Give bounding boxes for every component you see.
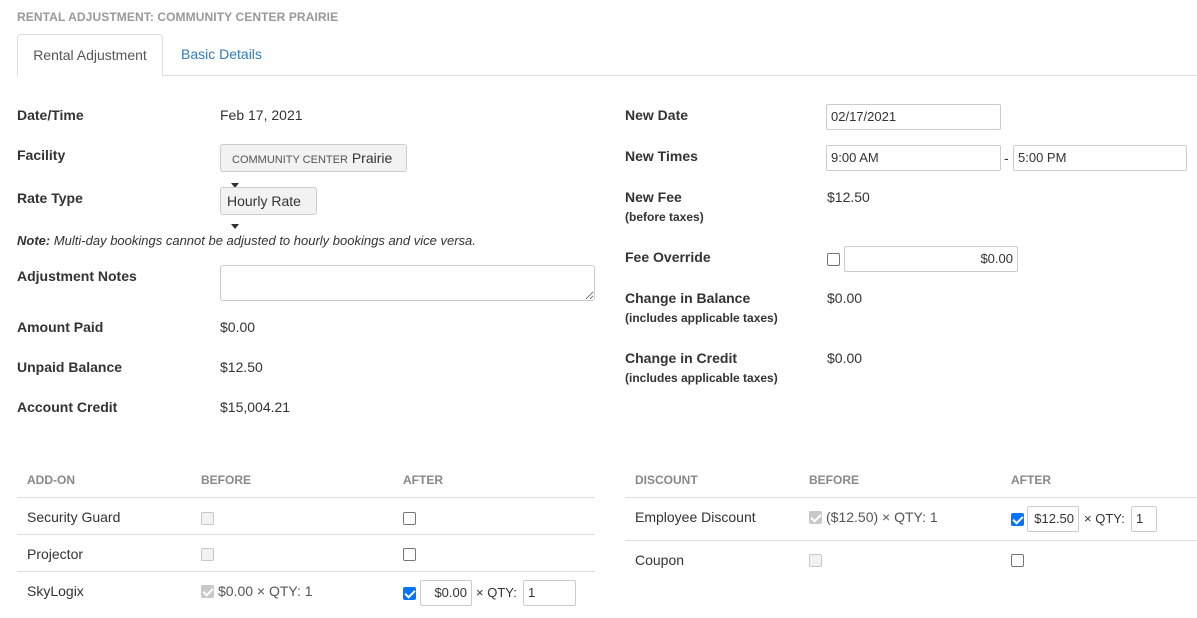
rate-type-label: Rate Type	[17, 190, 83, 206]
multi-day-note: Note: Multi-day bookings cannot be adjus…	[17, 233, 476, 248]
addon-after-checkbox[interactable]	[403, 587, 416, 600]
date-time-label: Date/Time	[17, 107, 84, 123]
adjustment-notes-label: Adjustment Notes	[17, 268, 137, 284]
addon-after-checkbox[interactable]	[403, 512, 416, 525]
new-fee-label: New Fee (before taxes)	[625, 189, 704, 224]
change-balance-label: Change in Balance (includes applicable t…	[625, 290, 778, 325]
unpaid-balance-value: $12.50	[220, 359, 263, 375]
fee-override-input[interactable]: $0.00	[844, 246, 1018, 272]
discount-header-before: BEFORE	[809, 473, 860, 487]
table-divider	[17, 497, 595, 498]
facility-select-prefix: COMMUNITY CENTER	[232, 154, 348, 166]
discount-before-checkbox	[809, 554, 822, 567]
tab-basic-details[interactable]: Basic Details	[166, 34, 277, 76]
discount-row-name: Employee Discount	[635, 509, 756, 525]
amount-paid-value: $0.00	[220, 319, 256, 335]
addon-before-checkbox	[201, 548, 214, 561]
change-balance-label-text: Change in Balance	[625, 290, 751, 306]
rate-type-select[interactable]: Hourly Rate	[220, 187, 317, 229]
change-credit-label-text: Change in Credit	[625, 350, 738, 366]
change-credit-sublabel: (includes applicable taxes)	[625, 371, 778, 385]
discount-header-after: AFTER	[1011, 473, 1051, 487]
account-credit-value: $15,004.21	[220, 399, 291, 415]
chevron-down-icon	[231, 223, 239, 229]
new-date-label: New Date	[625, 107, 689, 123]
discount-qty-input[interactable]: 1	[1131, 506, 1157, 532]
addon-after-price-input[interactable]: $0.00	[420, 580, 472, 606]
change-balance-value: $0.00	[827, 290, 863, 306]
addon-before-checkbox	[201, 585, 214, 598]
date-time-value: Feb 17, 2021	[220, 107, 303, 123]
fee-override-label: Fee Override	[625, 249, 711, 265]
change-credit-value: $0.00	[827, 350, 863, 366]
addon-after-checkbox[interactable]	[403, 548, 416, 561]
change-credit-label: Change in Credit (includes applicable ta…	[625, 350, 778, 385]
new-fee-label-text: New Fee	[625, 189, 682, 205]
addon-row-name: Projector	[27, 546, 84, 562]
new-date-input[interactable]: 02/17/2021	[826, 104, 1001, 130]
table-divider	[17, 571, 595, 572]
discount-after-checkbox[interactable]	[1011, 554, 1024, 567]
new-fee-value: $12.50	[827, 189, 870, 205]
facility-label: Facility	[17, 147, 66, 163]
change-balance-sublabel: (includes applicable taxes)	[625, 311, 778, 325]
account-credit-label: Account Credit	[17, 399, 118, 415]
addon-row-name: SkyLogix	[27, 583, 84, 599]
rate-type-select-value: Hourly Rate	[227, 193, 301, 209]
table-divider	[17, 534, 595, 535]
table-divider	[625, 497, 1197, 498]
discount-header-name: DISCOUNT	[635, 473, 698, 487]
discount-before-text: ($12.50) × QTY: 1	[826, 509, 938, 525]
discount-row-name: Coupon	[635, 552, 685, 568]
addon-before-text: $0.00 × QTY: 1	[218, 583, 313, 599]
tab-rental-adjustment[interactable]: Rental Adjustment	[17, 34, 163, 77]
unpaid-balance-label: Unpaid Balance	[17, 359, 123, 375]
addon-qty-input[interactable]: 1	[523, 580, 576, 606]
addon-header-before: BEFORE	[201, 473, 252, 487]
addon-qty-label: × QTY:	[476, 585, 517, 600]
fee-override-checkbox[interactable]	[827, 253, 840, 266]
discount-before-checkbox	[809, 511, 822, 524]
discount-after-price-input[interactable]: $12.50	[1027, 506, 1079, 532]
tab-bar: Rental Adjustment Basic Details	[17, 34, 1197, 77]
new-times-label: New Times	[625, 148, 698, 164]
facility-select-value: Prairie	[351, 150, 393, 166]
addon-header-after: AFTER	[403, 473, 443, 487]
addon-header-name: ADD-ON	[27, 473, 75, 487]
page-title: RENTAL ADJUSTMENT: COMMUNITY CENTER PRAI…	[17, 10, 339, 24]
note-prefix: Note:	[17, 233, 51, 248]
amount-paid-label: Amount Paid	[17, 319, 104, 335]
facility-select[interactable]: COMMUNITY CENTER Prairie	[220, 144, 407, 188]
note-text: Multi-day bookings cannot be adjusted to…	[53, 233, 476, 248]
addon-row-name: Security Guard	[27, 509, 121, 525]
start-time-input[interactable]: 9:00 AM	[826, 145, 1001, 171]
discount-after-checkbox[interactable]	[1011, 513, 1024, 526]
addon-before-checkbox	[201, 512, 214, 525]
discount-qty-label: × QTY:	[1084, 511, 1125, 526]
adjustment-notes-input[interactable]	[220, 265, 595, 301]
new-fee-sublabel: (before taxes)	[625, 210, 704, 224]
time-separator: -	[1004, 150, 1009, 166]
end-time-input[interactable]: 5:00 PM	[1013, 145, 1187, 171]
table-divider	[625, 540, 1197, 541]
